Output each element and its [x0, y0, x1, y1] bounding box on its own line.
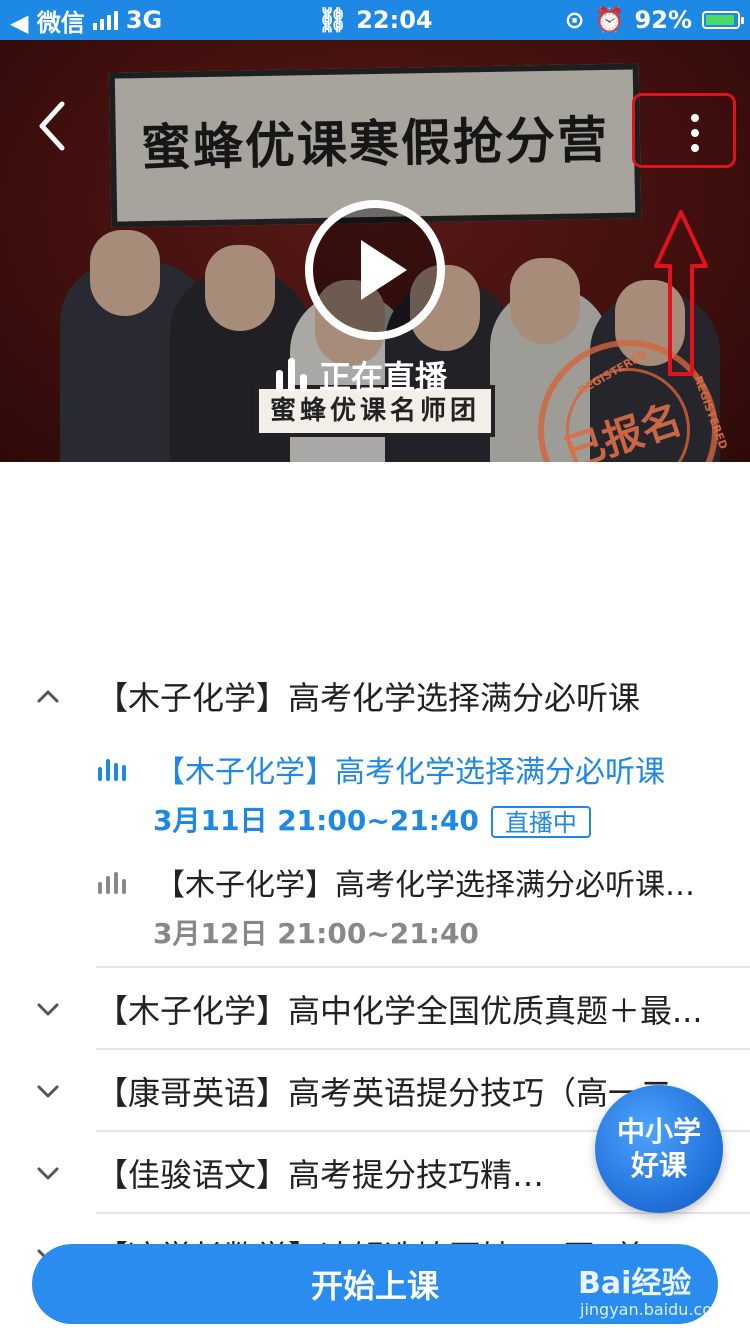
lesson-time-text: 3月11日 21:00~21:40 [153, 804, 479, 837]
section-title: 【木子化学】高考化学选择满分必听课 [96, 679, 641, 717]
lesson-title: 【木子化学】高考化学选择满分必听课 [155, 755, 665, 790]
audio-bars-icon [98, 872, 126, 894]
annotation-highlight-box [632, 93, 736, 168]
status-left: ◀ 微信 3G [10, 3, 310, 38]
chevron-up-icon [37, 690, 59, 703]
chevron-down-icon [37, 1167, 59, 1180]
annotation-arrow-icon [654, 210, 708, 376]
chevron-down-icon [37, 1003, 59, 1016]
chevron-down-icon [37, 1085, 59, 1098]
play-button[interactable] [305, 200, 445, 340]
live-text: 正在直播 [319, 358, 448, 396]
link-icon: ⛓ [317, 6, 357, 34]
lesson-time: 3月11日 21:00~21:40 直播中 [153, 799, 591, 839]
back-button[interactable] [30, 98, 90, 158]
section-title: 【佳骏语文】高考提分技巧精品课 [96, 1156, 560, 1194]
battery-percent: 92% [634, 6, 692, 34]
lesson-time: 3月12日 21:00~21:40 [153, 917, 479, 950]
live-indicator: 正在直播 [276, 352, 447, 398]
lesson-item[interactable]: 【木子化学】高考化学选择满分必听课（... 3月12日 21:00~21:40 [0, 850, 750, 968]
k12-courses-badge[interactable]: 中小学 好课 [595, 1085, 723, 1213]
live-bars-icon [276, 358, 307, 392]
video-banner[interactable]: 蜜蜂优课寒假抢分营 蜜蜂优课名师团 REGISTERED REGISTERED … [0, 40, 750, 462]
chevron-left-icon [39, 101, 65, 151]
badge-line1: 中小学 [616, 1115, 701, 1148]
network-type: 3G [125, 6, 163, 34]
badge-line2: 好课 [630, 1149, 687, 1182]
status-time: 22:04 [356, 6, 433, 34]
lesson-title: 【木子化学】高考化学选择满分必听课（... [155, 868, 702, 903]
status-bar: ◀ 微信 3G ⛓ 22:04 ⊙ ⏰ 92% [0, 0, 750, 40]
status-right: ⊙ ⏰ 92% [564, 6, 744, 34]
live-bars-icon [98, 759, 126, 781]
baidu-jingyan-watermark: Bai经验 [578, 1266, 692, 1301]
course-section-1[interactable]: 【木子化学】高中化学全国优质真题＋最... [0, 968, 750, 1050]
course-section-0[interactable]: 【木子化学】高考化学选择满分必听课 [0, 655, 750, 737]
battery-icon [702, 11, 744, 29]
section-title: 【木子化学】高中化学全国优质真题＋最... [96, 992, 703, 1030]
back-to-app-link[interactable]: ◀ 微信 [10, 3, 85, 38]
signal-icon [92, 10, 118, 30]
rotation-lock-icon: ⊙ [564, 6, 585, 34]
lesson-item-active[interactable]: 【木子化学】高考化学选择满分必听课 3月11日 21:00~21:40 直播中 [0, 737, 750, 850]
alarm-icon: ⏰ [594, 6, 625, 34]
live-status-badge: 直播中 [490, 806, 591, 838]
watermark-url: jingyan.baidu.com [580, 1300, 728, 1319]
